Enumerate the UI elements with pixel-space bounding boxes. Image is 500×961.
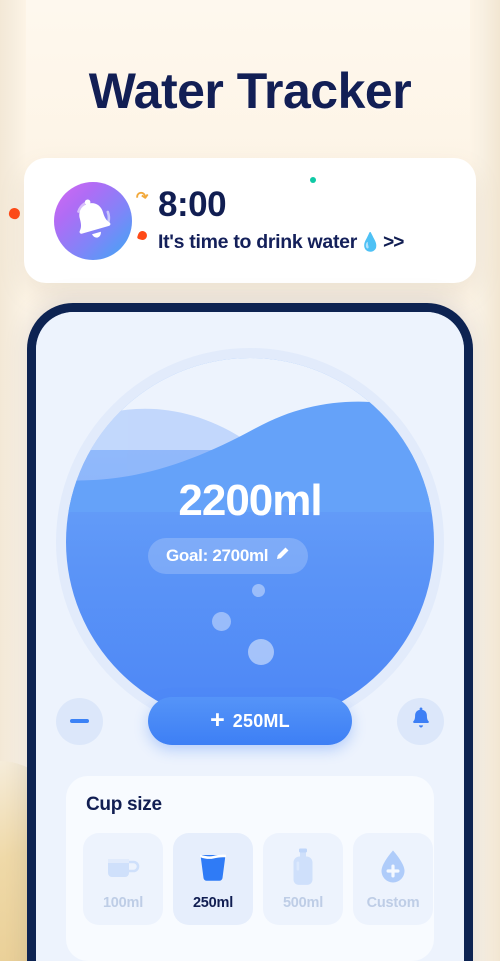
add-water-button[interactable]: + 250ML bbox=[148, 697, 352, 745]
water-progress-circle[interactable]: 2200ml Goal: 2700ml bbox=[66, 358, 434, 726]
cup-option-250ml[interactable]: 250ml bbox=[173, 833, 253, 925]
plus-icon: + bbox=[210, 705, 225, 734]
phone-mockup: 2200ml Goal: 2700ml + 250ML Cup size 100… bbox=[27, 303, 473, 961]
notification-time: 8:00 bbox=[158, 185, 227, 224]
notification-message: It's time to drink water bbox=[158, 231, 357, 253]
cup-option-500ml[interactable]: 500ml bbox=[263, 833, 343, 925]
teal-dot-icon bbox=[310, 177, 316, 183]
decrease-water-button[interactable] bbox=[56, 697, 103, 745]
cup-option-label: 250ml bbox=[192, 894, 234, 911]
cup-option-label: 500ml bbox=[282, 894, 324, 911]
water-drop-icon: 💧 bbox=[358, 232, 382, 252]
goal-label: Goal: 2700ml bbox=[166, 546, 269, 565]
goal-pill[interactable]: Goal: 2700ml bbox=[148, 538, 309, 574]
pencil-icon[interactable] bbox=[275, 546, 290, 565]
notification-message-row: It's time to drink water 💧 >> bbox=[158, 231, 404, 254]
bubble-icon bbox=[248, 639, 274, 665]
notification-card[interactable]: ↷ 8:00 It's time to drink water 💧 >> bbox=[24, 158, 476, 283]
cup-option-100ml[interactable]: 100ml bbox=[83, 833, 163, 925]
chevron-right-icon[interactable]: >> bbox=[383, 232, 404, 254]
reminder-button[interactable] bbox=[397, 697, 444, 745]
cup-option-custom[interactable]: Custom bbox=[353, 833, 433, 925]
cup-size-card: Cup size 100ml 250ml 500ml Custom bbox=[66, 776, 434, 961]
cup-icon bbox=[196, 848, 230, 886]
water-amount: 2200ml bbox=[178, 476, 322, 525]
bell-icon bbox=[410, 707, 432, 735]
background-right-strip bbox=[470, 0, 500, 961]
droplet-plus-icon bbox=[377, 848, 409, 886]
cup-option-label: 100ml bbox=[102, 894, 144, 911]
bell-icon bbox=[54, 181, 132, 260]
cup-option-label: Custom bbox=[366, 894, 420, 911]
mug-icon bbox=[103, 848, 143, 886]
phone-screen: 2200ml Goal: 2700ml + 250ML Cup size 100… bbox=[36, 312, 464, 961]
minus-icon bbox=[70, 719, 89, 723]
bubble-icon bbox=[252, 584, 265, 597]
notification-text-block: ↷ 8:00 It's time to drink water 💧 >> bbox=[135, 177, 404, 254]
cup-size-title: Cup size bbox=[86, 794, 162, 815]
bubble-icon bbox=[212, 612, 231, 631]
cup-size-grid: 100ml 250ml 500ml Custom bbox=[83, 833, 433, 925]
action-row: + 250ML bbox=[56, 695, 444, 747]
add-water-label: 250ML bbox=[232, 710, 290, 731]
red-dot-icon bbox=[136, 229, 149, 242]
bottle-icon bbox=[290, 848, 316, 886]
page-title: Water Tracker bbox=[88, 63, 412, 119]
swirl-icon: ↷ bbox=[134, 188, 151, 207]
notification-time-row: 8:00 bbox=[158, 187, 403, 222]
